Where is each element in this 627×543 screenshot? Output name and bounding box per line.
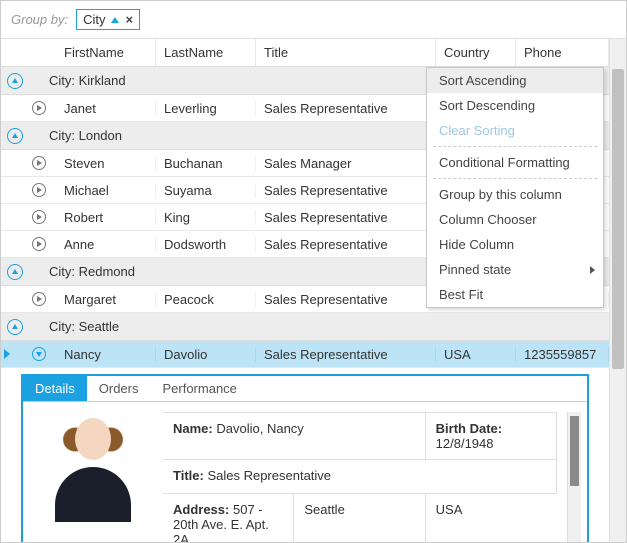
cell-lastname: Buchanan (156, 156, 256, 171)
detail-birth-label: Birth Date: (436, 421, 502, 436)
header-country[interactable]: Country (436, 39, 516, 66)
sort-ascending-icon (111, 17, 119, 23)
cell-firstname: Michael (56, 183, 156, 198)
cell-title: Sales Representative (256, 292, 436, 307)
group-chip-city[interactable]: City × (76, 9, 140, 30)
detail-panel: Details Orders Performance Name: Davolio… (21, 374, 589, 542)
header-lastname[interactable]: LastName (156, 39, 256, 66)
context-menu-item[interactable]: Conditional Formatting (427, 150, 603, 175)
context-menu-item: Clear Sorting (427, 118, 603, 143)
context-menu-item[interactable]: Sort Descending (427, 93, 603, 118)
detail-name-value: Davolio, Nancy (216, 421, 303, 436)
tab-orders[interactable]: Orders (87, 376, 151, 401)
detail-scroll-thumb[interactable] (570, 416, 579, 486)
header-spacer (1, 39, 56, 66)
tab-strip: Details Orders Performance (23, 376, 587, 402)
collapse-icon[interactable] (7, 319, 23, 335)
group-by-bar: Group by: City × (1, 1, 626, 39)
cell-title: Sales Representative (256, 237, 436, 252)
chip-remove-button[interactable]: × (125, 12, 133, 27)
cell-lastname: King (156, 210, 256, 225)
table-row[interactable]: NancyDavolioSales RepresentativeUSA12355… (1, 341, 609, 368)
detail-name: Name: Davolio, Nancy (163, 413, 426, 460)
expand-right-icon[interactable] (32, 156, 46, 170)
group-row[interactable]: City: Seattle (1, 313, 609, 341)
grid-scrollbar[interactable] (609, 39, 626, 542)
row-toggle-cell (1, 156, 56, 170)
detail-scrollbar[interactable]: ▼ (567, 412, 581, 542)
cell-phone: 1235559857 (516, 347, 609, 362)
context-menu-item[interactable]: Best Fit (427, 282, 603, 307)
group-header-label: City: London (29, 128, 122, 143)
detail-city: Seattle (294, 494, 425, 542)
cell-title: Sales Representative (256, 210, 436, 225)
context-menu-item[interactable]: Group by this column (427, 182, 603, 207)
group-by-label: Group by: (11, 12, 68, 27)
detail-country: USA (426, 494, 557, 542)
cell-firstname: Anne (56, 237, 156, 252)
cell-firstname: Nancy (56, 347, 156, 362)
context-menu-item[interactable]: Sort Ascending (427, 68, 603, 93)
cell-firstname: Steven (56, 156, 156, 171)
expand-right-icon[interactable] (32, 183, 46, 197)
context-menu-separator (433, 146, 597, 147)
cell-firstname: Margaret (56, 292, 156, 307)
cell-lastname: Dodsworth (156, 237, 256, 252)
detail-body: Name: Davolio, Nancy Birth Date: 12/8/19… (23, 402, 587, 542)
detail-address-label: Address: (173, 502, 229, 517)
detail-title-label: Title: (173, 468, 204, 483)
collapse-icon[interactable] (7, 264, 23, 280)
context-menu-item[interactable]: Pinned state (427, 257, 603, 282)
current-row-marker-icon (4, 349, 10, 359)
header-phone[interactable]: Phone (516, 39, 609, 66)
cell-lastname: Davolio (156, 347, 256, 362)
cell-title: Sales Representative (256, 101, 436, 116)
detail-title: Title: Sales Representative (163, 460, 557, 494)
cell-lastname: Suyama (156, 183, 256, 198)
expand-right-icon[interactable] (32, 210, 46, 224)
collapse-icon[interactable] (7, 73, 23, 89)
submenu-arrow-icon (590, 266, 595, 274)
cell-lastname: Peacock (156, 292, 256, 307)
collapse-icon[interactable] (7, 128, 23, 144)
header-title[interactable]: Title (256, 39, 436, 66)
detail-birthdate: Birth Date: 12/8/1948 (426, 413, 557, 460)
row-toggle-cell (1, 292, 56, 306)
cell-lastname: Leverling (156, 101, 256, 116)
context-menu-item[interactable]: Hide Column (427, 232, 603, 257)
tab-performance[interactable]: Performance (150, 376, 248, 401)
window: Group by: City × FirstName LastName Titl… (0, 0, 627, 543)
detail-grid: Name: Davolio, Nancy Birth Date: 12/8/19… (163, 412, 557, 542)
group-header-label: City: Redmond (29, 264, 135, 279)
context-menu: Sort AscendingSort DescendingClear Sorti… (426, 67, 604, 308)
cell-firstname: Janet (56, 101, 156, 116)
group-chip-text: City (83, 12, 105, 27)
expand-right-icon[interactable] (32, 292, 46, 306)
detail-birth-value: 12/8/1948 (436, 436, 494, 451)
row-toggle-cell (1, 183, 56, 197)
cell-country: USA (436, 347, 516, 362)
detail-address: Address: 507 - 20th Ave. E. Apt. 2A (163, 494, 294, 542)
column-header-row: FirstName LastName Title Country Phone (1, 39, 609, 67)
tab-details[interactable]: Details (23, 376, 87, 401)
expand-right-icon[interactable] (32, 101, 46, 115)
cell-title: Sales Representative (256, 183, 436, 198)
group-header-label: City: Seattle (29, 319, 119, 334)
context-menu-separator (433, 178, 597, 179)
group-header-label: City: Kirkland (29, 73, 126, 88)
detail-name-label: Name: (173, 421, 213, 436)
avatar (33, 412, 153, 522)
expand-right-icon[interactable] (32, 237, 46, 251)
detail-title-value: Sales Representative (207, 468, 331, 483)
cell-title: Sales Representative (256, 347, 436, 362)
context-menu-item[interactable]: Column Chooser (427, 207, 603, 232)
cell-firstname: Robert (56, 210, 156, 225)
row-toggle-cell (1, 101, 56, 115)
cell-title: Sales Manager (256, 156, 436, 171)
header-firstname[interactable]: FirstName (56, 39, 156, 66)
expand-down-icon[interactable] (32, 347, 46, 361)
row-toggle-cell (1, 237, 56, 251)
row-toggle-cell (1, 210, 56, 224)
